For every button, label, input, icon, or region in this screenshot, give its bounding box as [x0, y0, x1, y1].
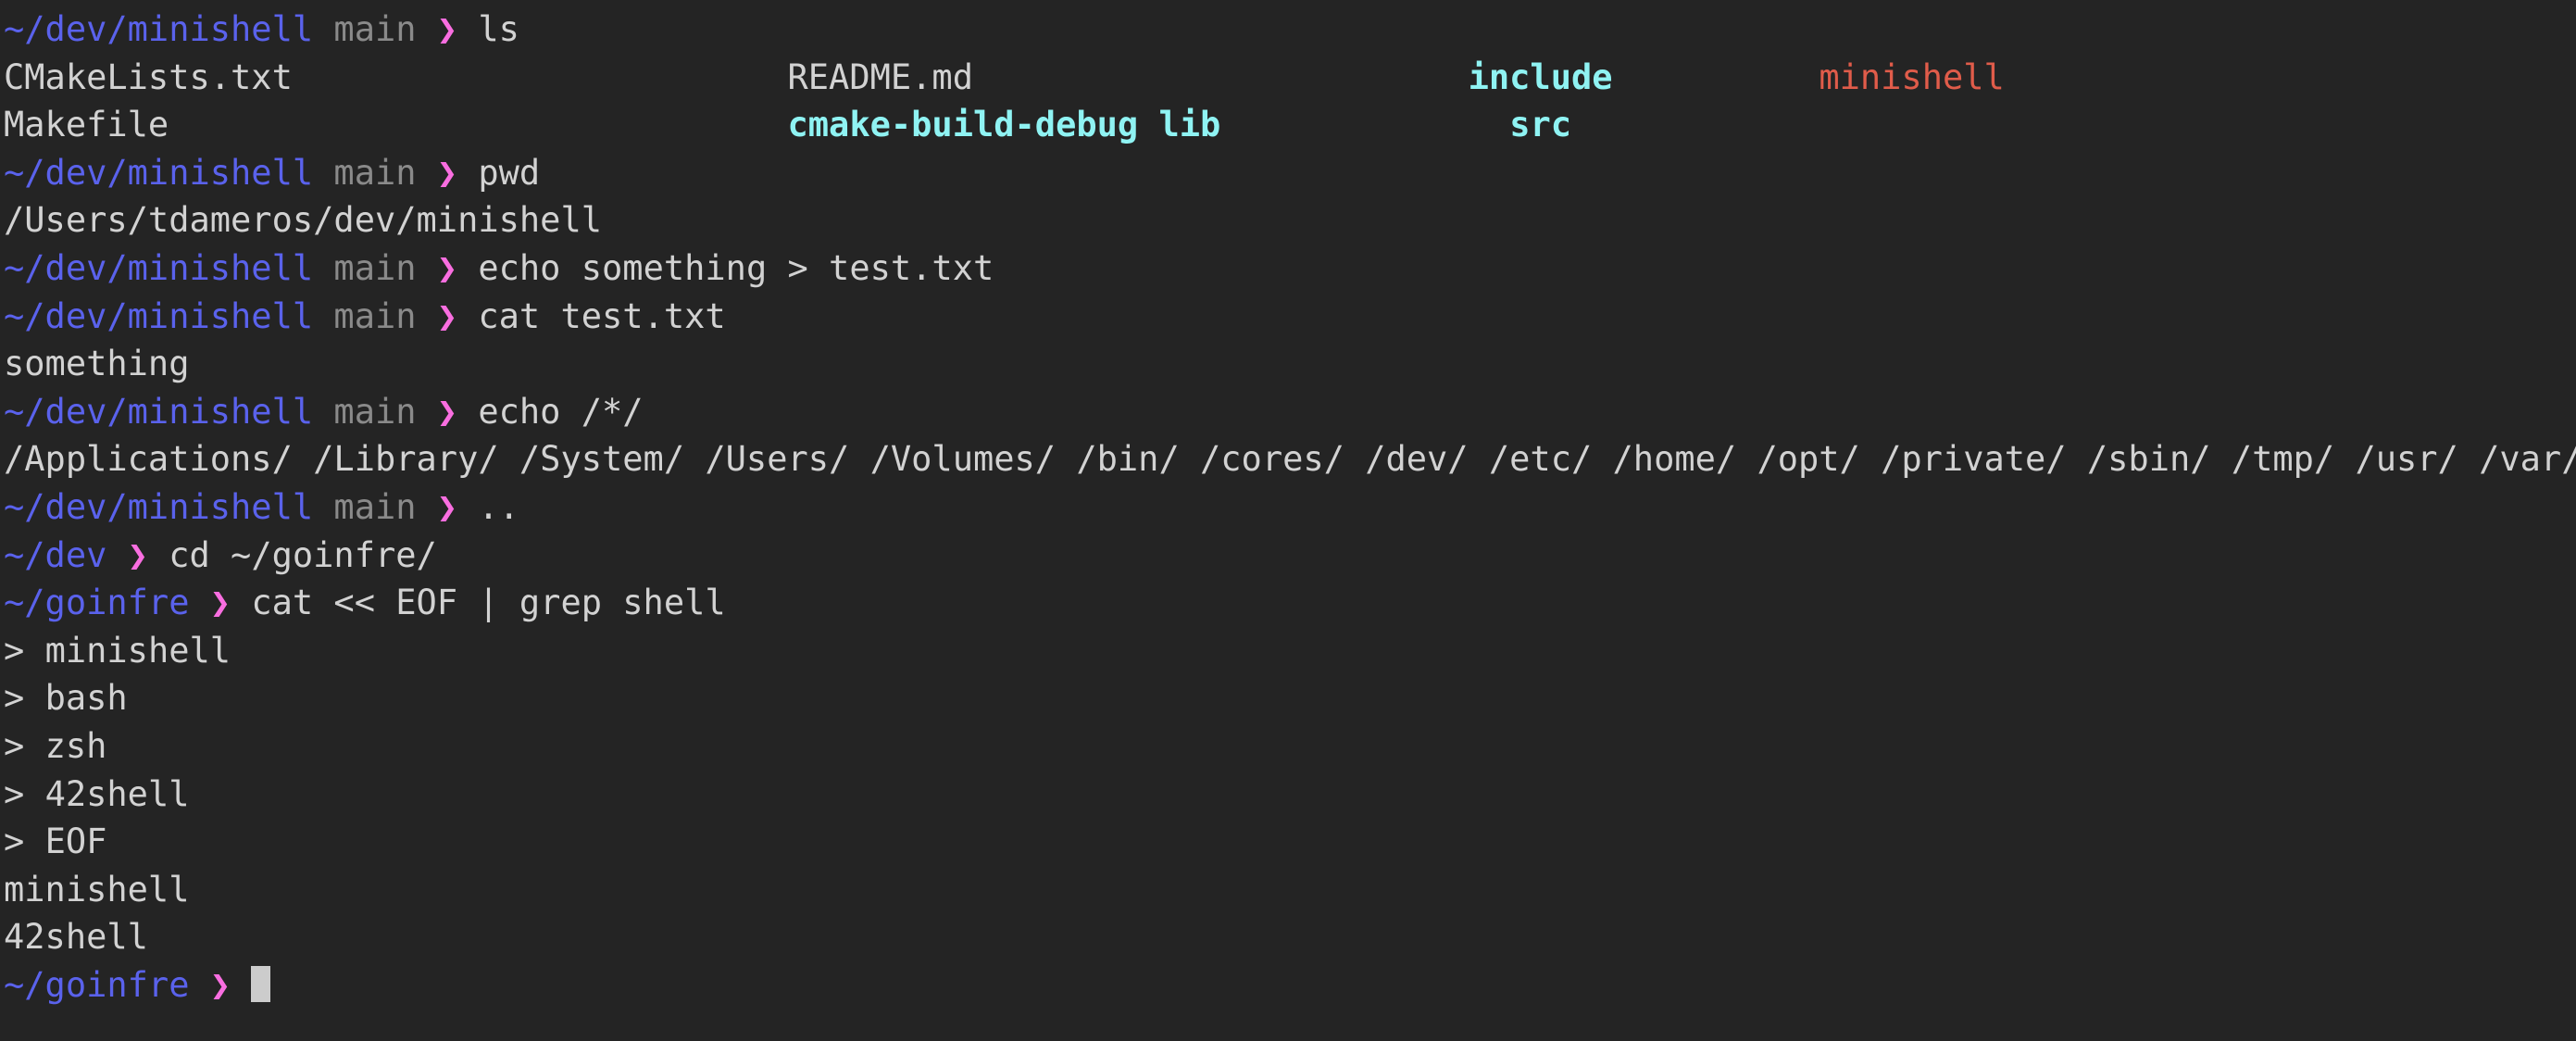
prompt-line: ~/dev/minishell main ❯ pwd: [4, 149, 2576, 197]
output-text: /Applications/ /Library/ /System/ /Users…: [4, 439, 2576, 480]
output-text: /Users/tdameros/dev/minishell: [4, 200, 603, 241]
prompt-arrow-icon: ❯: [416, 295, 479, 336]
prompt-git-branch: main: [313, 247, 417, 288]
command-text[interactable]: cat test.txt: [478, 296, 725, 336]
heredoc-input-line: > bash: [4, 674, 2576, 722]
heredoc-prompt-marker: >: [4, 725, 45, 766]
output-text: minishell: [4, 869, 190, 909]
prompt-git-branch: main: [313, 486, 417, 527]
ls-entry-executable[interactable]: minishell: [1819, 57, 2004, 97]
command-output-line: minishell: [4, 866, 2576, 914]
heredoc-input-line: > EOF: [4, 818, 2576, 866]
text-cursor: [251, 965, 271, 1002]
prompt-path: ~/dev: [4, 534, 107, 575]
heredoc-prompt-marker: >: [4, 678, 45, 719]
ls-spacer: [1138, 105, 1158, 144]
prompt-line: ~/dev/minishell main ❯ ..: [4, 483, 2576, 532]
heredoc-input-line: > minishell: [4, 627, 2576, 675]
prompt-arrow-icon: ❯: [416, 9, 479, 49]
prompt-arrow-icon: ❯: [416, 391, 479, 432]
prompt-arrow-icon: ❯: [416, 247, 479, 288]
prompt-line: ~/dev/minishell main ❯ cat test.txt: [4, 293, 2576, 341]
ls-entry-file[interactable]: CMakeLists.txt: [4, 57, 293, 97]
prompt-line: ~/goinfre ❯ cat << EOF | grep shell: [4, 579, 2576, 627]
prompt-path: ~/dev/minishell: [4, 295, 314, 336]
prompt-git-branch: main: [313, 391, 417, 432]
heredoc-input-text: EOF: [44, 822, 107, 862]
heredoc-prompt-marker: >: [4, 630, 45, 671]
ls-entry-directory[interactable]: src: [1509, 105, 1571, 144]
command-text[interactable]: ..: [478, 487, 519, 527]
heredoc-input-line: > 42shell: [4, 771, 2576, 819]
prompt-arrow-icon: ❯: [416, 152, 479, 193]
ls-entry-directory[interactable]: include: [1469, 57, 1613, 97]
command-output-line: something: [4, 340, 2576, 388]
command-text[interactable]: echo /*/: [478, 392, 643, 432]
command-text[interactable]: ls: [478, 9, 519, 49]
prompt-git-branch: main: [313, 152, 417, 193]
output-text: 42shell: [4, 917, 148, 958]
ls-entry-file[interactable]: README.md: [788, 57, 973, 97]
heredoc-prompt-marker: >: [4, 822, 45, 862]
heredoc-prompt-marker: >: [4, 773, 45, 814]
prompt-arrow-icon: ❯: [416, 486, 479, 527]
output-text: something: [4, 344, 190, 384]
prompt-line: ~/dev/minishell main ❯ echo something > …: [4, 245, 2576, 293]
ls-spacer: [973, 57, 1469, 97]
prompt-path: ~/goinfre: [4, 964, 190, 1005]
command-text[interactable]: cd ~/goinfre/: [169, 535, 437, 575]
ls-spacer: [1613, 57, 1819, 97]
command-text[interactable]: pwd: [478, 153, 540, 193]
prompt-line: ~/goinfre ❯: [4, 961, 2576, 1010]
prompt-path: ~/dev/minishell: [4, 391, 314, 432]
command-output-line: 42shell: [4, 913, 2576, 961]
terminal-screen[interactable]: ~/dev/minishell main ❯ ls CMakeLists.txt …: [0, 0, 2576, 1041]
ls-output-row: CMakeLists.txt README.md include minishe…: [4, 54, 2576, 102]
command-text[interactable]: cat << EOF | grep shell: [251, 583, 725, 622]
ls-output-row: Makefile cmake-build-debug lib src: [4, 101, 2576, 149]
ls-spacer: [169, 105, 787, 144]
prompt-path: ~/dev/minishell: [4, 9, 314, 49]
prompt-path: ~/dev/minishell: [4, 247, 314, 288]
prompt-path: ~/dev/minishell: [4, 152, 314, 193]
prompt-line: ~/dev ❯ cd ~/goinfre/: [4, 532, 2576, 580]
prompt-path: ~/dev/minishell: [4, 486, 314, 527]
ls-entry-directory[interactable]: lib: [1158, 105, 1220, 144]
prompt-git-branch: main: [313, 9, 417, 49]
prompt-arrow-icon: ❯: [189, 964, 252, 1005]
prompt-line: ~/dev/minishell main ❯ echo /*/: [4, 388, 2576, 436]
ls-spacer: [293, 57, 788, 97]
heredoc-input-line: > zsh: [4, 722, 2576, 771]
command-output-line: /Applications/ /Library/ /System/ /Users…: [4, 435, 2576, 483]
heredoc-input-text: minishell: [44, 630, 231, 671]
heredoc-input-text: bash: [44, 678, 128, 719]
prompt-path: ~/goinfre: [4, 583, 190, 623]
prompt-arrow-icon: ❯: [106, 534, 169, 575]
prompt-arrow-icon: ❯: [189, 583, 252, 623]
ls-entry-file[interactable]: Makefile: [4, 105, 169, 144]
heredoc-input-text: zsh: [44, 725, 107, 766]
heredoc-input-text: 42shell: [44, 773, 190, 814]
ls-entry-directory[interactable]: cmake-build-debug: [788, 105, 1139, 144]
prompt-line: ~/dev/minishell main ❯ ls: [4, 6, 2576, 54]
command-text[interactable]: echo something > test.txt: [478, 248, 994, 288]
ls-spacer: [1220, 105, 1509, 144]
command-output-line: /Users/tdameros/dev/minishell: [4, 196, 2576, 245]
prompt-git-branch: main: [313, 295, 417, 336]
